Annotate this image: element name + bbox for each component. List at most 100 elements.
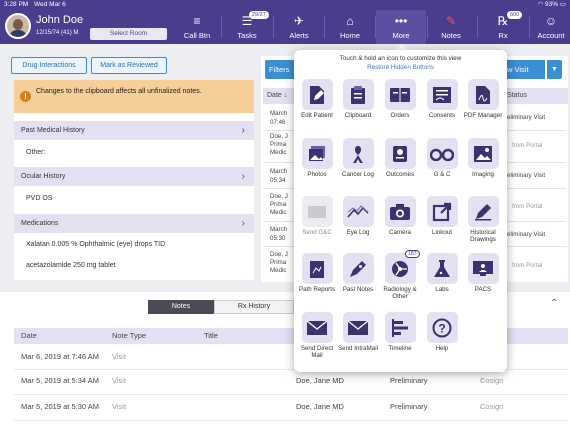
note-type: Visit (112, 402, 127, 411)
tile-help[interactable]: ? Help (422, 312, 462, 352)
tile-cancer-log[interactable]: Cancer Log (338, 138, 378, 178)
past-medical-history-header[interactable]: Past Medical History › (14, 121, 254, 140)
medication-2: acetazolamide 250 mg tablet (14, 257, 254, 275)
drug-interactions-button[interactable]: Drug Interactions (11, 57, 87, 74)
nav-alerts[interactable]: ✈ Alerts (276, 10, 322, 44)
medication-1: Xalatan 0.005 % Ophthalmic (eye) drops T… (14, 236, 254, 254)
new-visit-dropdown[interactable]: ▼ (546, 60, 562, 79)
tab-notes[interactable]: Notes (148, 300, 214, 314)
sort-down-icon: ↓ (283, 92, 288, 99)
tile-label: Historical Drawings (470, 229, 496, 243)
note-date: Mar 5, 2019 at 5:30 AM (21, 402, 99, 411)
tile-pacs[interactable]: PACS (463, 253, 503, 293)
cosign-link[interactable]: Cosign (480, 376, 503, 385)
tile-consents[interactable]: Consents (422, 79, 462, 119)
tile-imaging[interactable]: Imaging (463, 138, 503, 178)
nav-call-btn[interactable]: ≡ Call Btn (174, 10, 220, 44)
col-date: Date (21, 331, 37, 340)
visit-row-status: from Portal (512, 203, 543, 210)
chevron-right-icon: › (241, 171, 245, 182)
visit-row-who2: Prima (270, 259, 287, 266)
tile-label: Help (435, 345, 449, 352)
patient-avatar[interactable] (5, 13, 31, 39)
tile-photos[interactable]: Photos (297, 138, 337, 178)
restore-hidden-buttons-link[interactable]: Restore Hidden Buttons (294, 64, 507, 71)
nav-home[interactable]: ⌂ Home (327, 10, 373, 44)
note-type: Visit (112, 376, 127, 385)
tile-radiology[interactable]: 187 Radiology & Other (380, 250, 420, 300)
tile-historical-drawings[interactable]: Historical Drawings (463, 196, 503, 243)
tile-label: Clipboard (344, 112, 372, 119)
nav-more-label: More (392, 31, 410, 40)
tile-send-direct-mail[interactable]: Send Direct Mail (297, 312, 337, 359)
tile-camera[interactable]: Camera (380, 196, 420, 236)
nav-more[interactable]: ••• More (376, 10, 426, 44)
tile-label: Orders (390, 112, 410, 119)
nav-account-label: Account (537, 31, 565, 40)
nav-rx[interactable]: ℞ 600 Rx (480, 10, 526, 44)
select-room-button[interactable]: Select Room (90, 28, 167, 40)
collapse-chevron-up-icon[interactable]: ⌃ (550, 298, 558, 309)
status-date: Wed Mar 6 (34, 1, 66, 8)
table-row[interactable]: Mar 5, 2019 at 5:34 AM Visit Doe, Jane M… (0, 372, 570, 391)
tile-label: Send IntraMail (338, 345, 378, 352)
pacs-icon (467, 253, 499, 284)
path-reports-icon (301, 253, 333, 284)
nav-call-btn-label: Call Btn (183, 31, 211, 40)
tile-pdf-manager[interactable]: PDF Manager (463, 79, 503, 119)
intramail-icon (342, 312, 374, 343)
warning-icon: ! (20, 91, 31, 102)
help-icon: ? (426, 312, 458, 343)
tile-send-intramail[interactable]: Send IntraMail (338, 312, 378, 352)
nav-account[interactable]: ☺ Account (532, 10, 570, 44)
radiology-badge: 187 (405, 250, 420, 258)
tile-label: Timeline (388, 345, 412, 352)
tile-timeline[interactable]: Timeline (380, 312, 420, 352)
eye-log-icon (342, 196, 374, 227)
rx-badge: 600 (507, 11, 523, 19)
ocular-value: PVD OS (14, 190, 254, 208)
cosign-link[interactable]: Cosign (480, 402, 503, 411)
ocular-history-label: Ocular History (21, 173, 66, 180)
tile-labs[interactable]: Labs (422, 253, 462, 293)
tile-label: Photos (307, 171, 327, 178)
tile-path-reports[interactable]: Path Reports (297, 253, 337, 293)
tile-g-and-c[interactable]: G & C (422, 138, 462, 178)
visit-row-date: March (270, 110, 288, 117)
past-notes-icon (342, 253, 374, 284)
visit-row-who: Doe, J (270, 133, 288, 140)
tile-orders[interactable]: Orders (380, 79, 420, 119)
note-status: Preliminary (390, 376, 428, 385)
tile-linkout[interactable]: Linkout (422, 196, 462, 236)
visits-date-col-label: Date (267, 92, 282, 99)
nav-tasks[interactable]: ☰ 29/27 Tasks (224, 10, 270, 44)
tile-label: Radiology & Other (383, 286, 417, 300)
tile-eye-log[interactable]: Eye Log (338, 196, 378, 236)
tile-send-gc[interactable]: Send G&C (297, 196, 337, 236)
top-nav: John Doe 12/15/74 (41) M Select Room ≡ C… (0, 10, 570, 44)
medications-header[interactable]: Medications › (14, 214, 254, 233)
tile-clipboard[interactable]: Clipboard (338, 79, 378, 119)
table-row[interactable]: Mar 5, 2019 at 5:30 AM Visit Doe, Jane M… (0, 398, 570, 417)
more-icon: ••• (394, 14, 408, 28)
filters-button[interactable]: Filters (265, 60, 297, 79)
tile-label: Past Notes (342, 286, 374, 293)
new-visit-button[interactable]: w Visit (505, 60, 545, 79)
tile-edit-patient[interactable]: Edit Patient (297, 79, 337, 119)
mark-reviewed-button[interactable]: Mark as Reviewed (91, 57, 167, 74)
tile-past-notes[interactable]: Past Notes (338, 253, 378, 293)
past-medical-history-label: Past Medical History (21, 127, 85, 134)
col-note-type: Note Type (112, 331, 147, 340)
col-title: Title (204, 331, 218, 340)
nav-tasks-label: Tasks (237, 31, 257, 40)
visit-row-who2: Prima (270, 201, 287, 208)
consents-icon (426, 79, 458, 110)
tile-outcomes[interactable]: Outcomes (380, 138, 420, 178)
camera-icon (384, 196, 416, 227)
historical-drawings-icon (467, 196, 499, 227)
tab-rx-history[interactable]: Rx History (214, 300, 294, 314)
nav-notes[interactable]: ✎ Notes (428, 10, 474, 44)
tile-label: Eye Log (346, 229, 370, 236)
status-time: 3:28 PM (4, 1, 29, 8)
ocular-history-header[interactable]: Ocular History › (14, 167, 254, 186)
